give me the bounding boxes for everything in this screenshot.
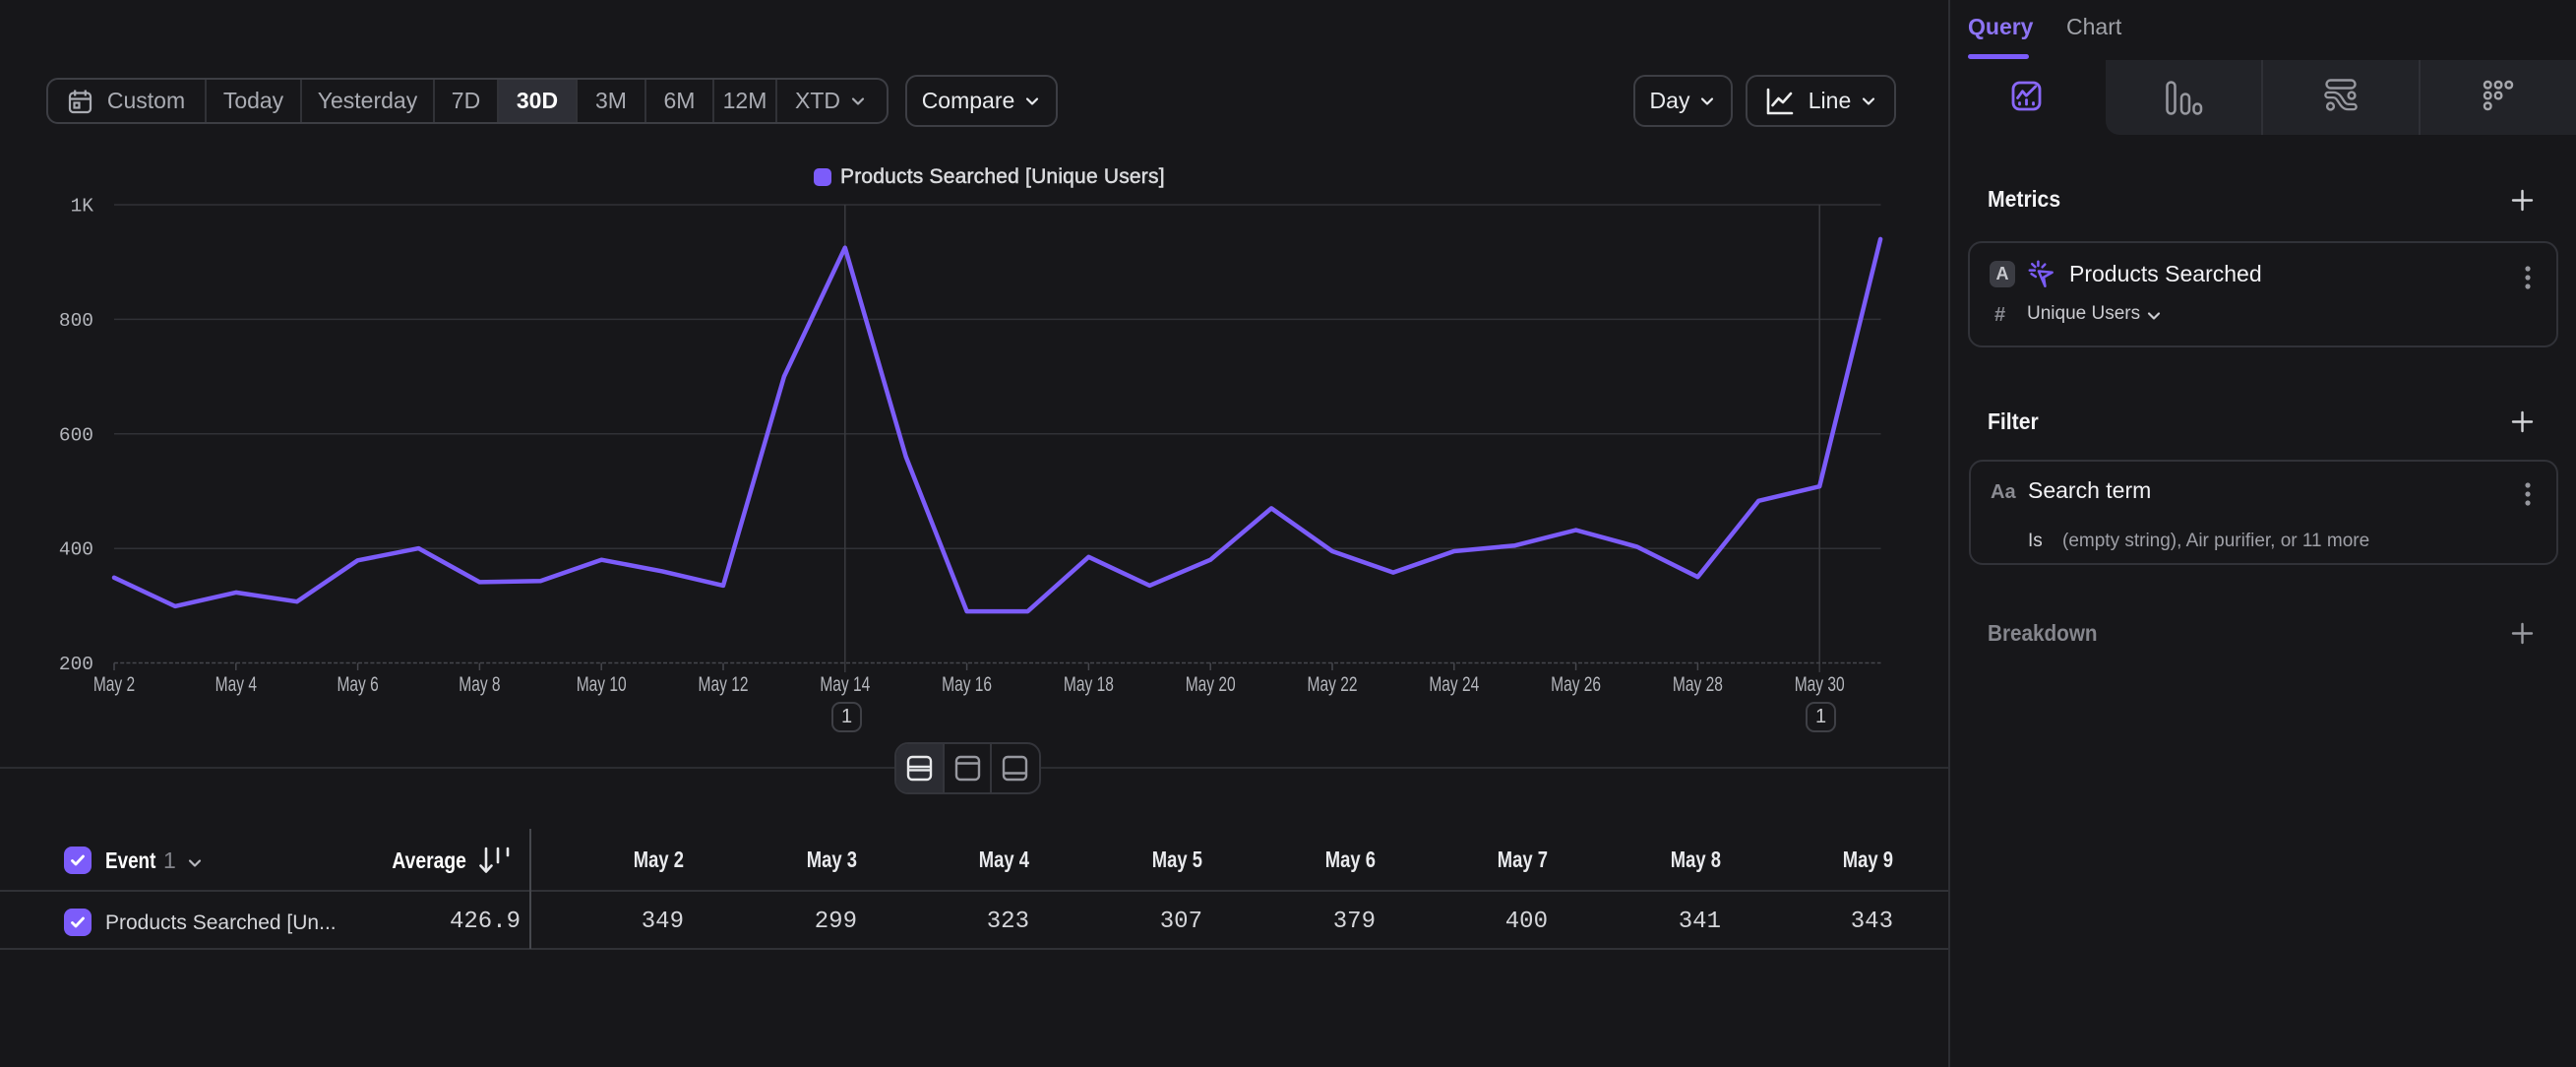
svg-text:600: 600 (59, 424, 93, 446)
svg-text:400: 400 (59, 539, 93, 561)
svg-text:May 24: May 24 (1429, 672, 1479, 696)
svg-text:May 2: May 2 (93, 672, 135, 696)
svg-text:May 4: May 4 (215, 672, 257, 696)
svg-text:May 14: May 14 (820, 672, 870, 696)
svg-text:May 16: May 16 (942, 672, 992, 696)
svg-text:800: 800 (59, 310, 93, 332)
svg-text:1K: 1K (71, 196, 94, 218)
svg-text:May 30: May 30 (1795, 672, 1845, 696)
svg-text:May 28: May 28 (1673, 672, 1723, 696)
svg-text:May 12: May 12 (699, 672, 749, 696)
svg-text:May 22: May 22 (1308, 672, 1358, 696)
svg-text:May 20: May 20 (1186, 672, 1236, 696)
svg-text:May 18: May 18 (1064, 672, 1114, 696)
svg-text:May 10: May 10 (577, 672, 627, 696)
svg-text:200: 200 (59, 654, 93, 675)
svg-text:May 6: May 6 (337, 672, 378, 696)
svg-text:May 8: May 8 (459, 672, 500, 696)
svg-text:May 26: May 26 (1551, 672, 1601, 696)
